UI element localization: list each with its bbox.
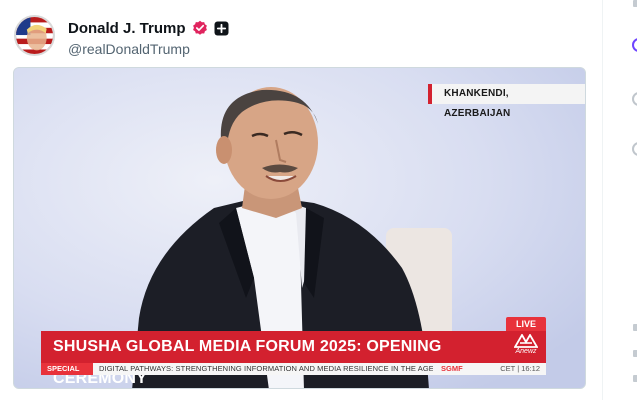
post-header: Donald J. Trump @realDonaldTrump (14, 15, 594, 61)
column-divider (602, 0, 603, 400)
author-name[interactable]: Donald J. Trump (68, 20, 186, 37)
headline-banner: SHUSHA GLOBAL MEDIA FORUM 2025: OPENING … (41, 331, 506, 387)
live-badge: LIVE (506, 317, 546, 331)
news-ticker: SPECIAL DIGITAL PATHWAYS: STRENGTHENING … (41, 363, 546, 375)
ticker-tag: SGMF (441, 364, 463, 373)
brand-name: Anewz (515, 348, 537, 355)
avatar[interactable] (14, 15, 55, 56)
anewz-logo-icon (514, 334, 538, 348)
side-glyph (633, 0, 637, 7)
brand-box: Anewz (506, 331, 546, 363)
author-block: Donald J. Trump @realDonaldTrump (68, 18, 229, 57)
side-glyph (633, 324, 637, 331)
ticker-label: SPECIAL (41, 363, 93, 375)
verified-badge-icon (192, 20, 208, 36)
video-player[interactable]: KHANKENDI, AZERBAIJAN LIVE SHUSHA GLOBAL… (13, 67, 586, 389)
ticker-text: DIGITAL PATHWAYS: STRENGTHENING INFORMAT… (99, 364, 433, 373)
side-avatar-icon[interactable] (632, 142, 637, 156)
side-glyph (633, 350, 637, 357)
side-avatar-icon[interactable] (632, 92, 637, 106)
side-glyph (633, 375, 637, 382)
add-icon[interactable] (214, 21, 229, 36)
ticker-time: CET | 16:12 (500, 364, 540, 373)
right-column-edge (630, 0, 637, 400)
location-tag: KHANKENDI, AZERBAIJAN (428, 84, 585, 119)
author-handle[interactable]: @realDonaldTrump (68, 41, 229, 57)
side-avatar-icon[interactable] (632, 38, 637, 52)
